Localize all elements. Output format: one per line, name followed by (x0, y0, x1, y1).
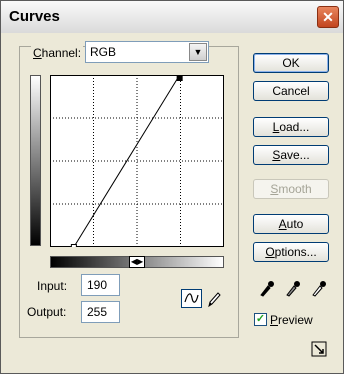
curves-dialog: Curves ✕ Channel: RGB ▼ ◀▶ Input: 190 Ou… (0, 0, 344, 374)
resize-icon[interactable] (311, 341, 327, 357)
curve-tool-icon (184, 293, 199, 303)
input-label: Input: (37, 279, 68, 293)
preview-label: Preview (270, 313, 313, 327)
output-label: Output: (27, 305, 67, 319)
close-button[interactable]: ✕ (317, 6, 339, 28)
output-gradient-bar (30, 75, 41, 246)
cancel-button[interactable]: Cancel (253, 81, 329, 101)
output-field[interactable]: 255 (81, 301, 120, 323)
gray-eyedropper-icon[interactable] (285, 279, 301, 297)
gradient-toggle-icon[interactable]: ◀▶ (129, 256, 145, 268)
curve-point[interactable] (176, 75, 183, 81)
channel-label: Channel: (31, 46, 84, 60)
options-button[interactable]: Options... (253, 242, 329, 262)
save-button[interactable]: Save... (253, 145, 329, 165)
close-icon: ✕ (322, 9, 334, 25)
pencil-icon[interactable] (206, 289, 222, 308)
black-eyedropper-icon[interactable] (259, 279, 275, 297)
channel-value: RGB (90, 45, 117, 59)
auto-button[interactable]: Auto (253, 214, 329, 234)
window-title: Curves (9, 8, 60, 25)
smooth-button: Smooth (253, 179, 329, 199)
input-field[interactable]: 190 (81, 274, 120, 296)
title-bar: Curves ✕ (1, 1, 343, 33)
white-eyedropper-icon[interactable] (311, 279, 327, 297)
chevron-down-icon[interactable]: ▼ (189, 43, 207, 61)
ok-button[interactable]: OK (253, 53, 329, 73)
curve-graph[interactable] (50, 75, 224, 247)
preview-checkbox[interactable]: ✓ (254, 313, 267, 326)
channel-select[interactable]: RGB ▼ (85, 41, 209, 63)
check-icon: ✓ (255, 313, 266, 325)
load-button[interactable]: Load... (253, 117, 329, 137)
curve-tool-button[interactable] (181, 289, 202, 308)
curve-point[interactable] (70, 244, 77, 248)
